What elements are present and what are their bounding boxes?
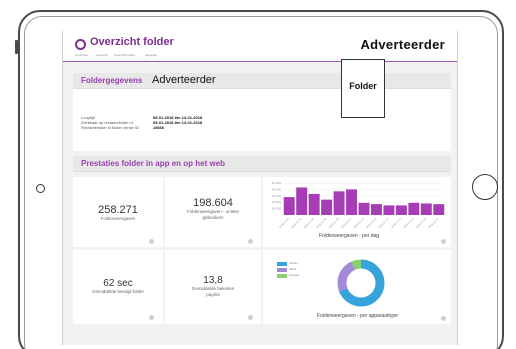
foldergegevens-title: Foldergegevens (81, 76, 143, 85)
kpi-value: 258.271 (98, 204, 138, 216)
bar (346, 189, 358, 215)
info-icon[interactable] (149, 239, 154, 244)
kpi-card-pagina: 13,8 Gemiddelde bekeken pagina (165, 250, 261, 324)
info-icon[interactable] (441, 239, 446, 244)
kpi-label: Gemiddelde leestijd folder (91, 289, 145, 294)
bar (433, 204, 445, 215)
kpi-card-unieke-gebruikers: 198.604 Folderweergaven - unieke gebruik… (165, 177, 261, 247)
bar-chart-panel: 10.000 20.000 30.000 40.000 50.000 2018-01-05… (263, 177, 451, 247)
bar (283, 197, 295, 215)
x-tick-label: 2018-01-13 (377, 216, 390, 229)
donut-chart-caption: Folderweergaven - per apparaattype (317, 313, 398, 319)
kpi-value: 13,8 (203, 275, 223, 286)
info-label: Reclamefolder.nl folder versie ID (81, 125, 139, 130)
kpi-card-folderweergaven: 258.271 Folderweergaven (73, 177, 163, 247)
bar (358, 202, 370, 215)
app-logo-icon (75, 39, 86, 50)
bar (370, 204, 382, 215)
donut-chart-panel: mobile tablet browser Folderweergaven - … (263, 250, 451, 324)
y-tick-label: 50.000 (272, 181, 282, 185)
bar (420, 203, 432, 215)
x-tick-label: 2018-01-10 (340, 216, 353, 229)
prestaties-header: Prestaties folder in app en op het web (73, 156, 451, 172)
page-label: Adverteerder (360, 37, 445, 52)
foldergegevens-panel: Looptijd 08-01-2018 t/m 14-01-2018 Zicht… (73, 89, 451, 151)
x-tick-label: 2018-01-11 (353, 216, 365, 228)
app-screen: Overzicht folder producten overzicht Ove… (62, 31, 458, 345)
bar (408, 202, 420, 215)
x-tick-label: 2018-01-06 (290, 216, 303, 229)
info-icon[interactable] (248, 315, 253, 320)
tablet-side-button (15, 40, 18, 54)
y-tick-label: 30.000 (272, 194, 282, 198)
info-icon[interactable] (248, 239, 253, 244)
bar (333, 191, 345, 215)
foldergegevens-subtitle: Adverteerder (152, 74, 216, 86)
home-button[interactable] (472, 174, 498, 200)
breadcrumb-overzicht-folder[interactable]: Overzicht folder (114, 53, 135, 57)
folder-label: Folder (349, 81, 377, 91)
logout-link[interactable]: uitloggen (145, 53, 157, 57)
bar (383, 205, 395, 215)
header-divider (63, 61, 457, 62)
prestaties-title: Prestaties folder in app en op het web (81, 159, 226, 168)
info-icon[interactable] (149, 315, 154, 320)
x-tick-label: 2018-01-15 (402, 216, 415, 229)
y-tick-label: 10.000 (272, 207, 282, 211)
x-tick-label: 2018-01-05 (278, 216, 291, 229)
breadcrumb-overzicht[interactable]: overzicht (96, 53, 108, 57)
app-title: Overzicht folder (90, 36, 174, 48)
folder-thumbnail[interactable]: Folder (341, 59, 385, 118)
bar (308, 193, 320, 215)
breadcrumb-producten[interactable]: producten (75, 53, 88, 57)
bar (296, 187, 308, 215)
kpi-card-leestijd: 62 sec Gemiddelde leestijd folder (73, 250, 163, 324)
camera-icon (36, 184, 45, 193)
x-tick-label: 2018-01-08 (315, 216, 328, 229)
kpi-label: Folderweergaven - unieke gebruikers (186, 209, 240, 220)
kpi-value: 198.604 (193, 197, 233, 209)
kpi-value: 62 sec (103, 278, 133, 289)
x-tick-label: 2018-01-09 (328, 216, 341, 229)
y-tick-label: 20.000 (272, 200, 282, 204)
bar (395, 205, 407, 215)
x-tick-label: 2018-01-16 (415, 216, 428, 229)
kpi-label: Gemiddelde bekeken pagina (191, 286, 235, 297)
bar-chart-caption: Folderweergaven - per dag (319, 233, 380, 239)
info-icon[interactable] (441, 316, 446, 321)
bar (321, 199, 333, 215)
kpi-label: Folderweergaven (100, 216, 136, 221)
top-bar: Overzicht folder producten overzicht Ove… (63, 31, 457, 62)
foldergegevens-header: Foldergegevens Adverteerder (73, 73, 451, 89)
x-tick-label: 2018-01-14 (390, 216, 403, 229)
x-tick-label: 2018-01-12 (365, 216, 378, 229)
x-tick-label: 2018-01-07 (303, 216, 316, 229)
info-value: 15666 (153, 125, 165, 130)
y-tick-label: 40.000 (272, 187, 282, 191)
x-tick-label: 2018-01-17 (427, 216, 440, 229)
